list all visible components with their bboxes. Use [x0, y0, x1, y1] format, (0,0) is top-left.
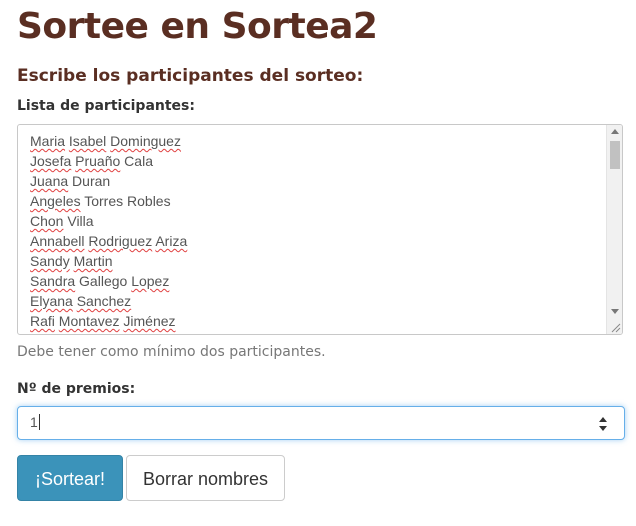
- participant-line: Sandy Martin: [30, 253, 113, 269]
- scroll-thumb[interactable]: [610, 141, 620, 169]
- participant-line: Josefa Pruaño Cala: [30, 153, 153, 169]
- participant-line: Sandra Gallego Lopez: [30, 273, 170, 289]
- participant-line: Chon Villa: [30, 213, 94, 229]
- help-text: Debe tener como mínimo dos participantes…: [17, 344, 326, 360]
- textarea-scrollbar[interactable]: [606, 125, 622, 334]
- prizes-value: 1: [30, 414, 40, 430]
- participant-line: Juana Duran: [30, 173, 111, 189]
- participant-line: Annabell Rodriguez Ariza: [30, 233, 188, 249]
- participant-list: Maria Isabel Dominguez Josefa Pruaño Cal…: [30, 131, 187, 331]
- clear-names-button[interactable]: Borrar nombres: [126, 455, 285, 501]
- page-title: Sortee en Sortea2: [17, 6, 378, 47]
- scroll-up-arrow-icon[interactable]: [611, 129, 619, 134]
- section-subtitle: Escribe los participantes del sorteo:: [17, 66, 364, 86]
- participants-textarea[interactable]: Maria Isabel Dominguez Josefa Pruaño Cal…: [17, 124, 623, 335]
- draw-button[interactable]: ¡Sortear!: [17, 455, 123, 501]
- participant-line: Rafi Montavez Jiménez: [30, 313, 176, 329]
- prizes-label: Nº de premios:: [17, 381, 136, 397]
- spinner-down-icon[interactable]: [599, 426, 607, 431]
- participant-line: Maria Isabel Dominguez: [30, 133, 181, 149]
- participant-line: Elyana Sanchez: [30, 293, 132, 309]
- scroll-down-arrow-icon[interactable]: [611, 309, 619, 314]
- spinner-up-icon[interactable]: [599, 417, 607, 422]
- resize-grip-icon[interactable]: [609, 321, 621, 333]
- number-spinner[interactable]: [599, 417, 608, 431]
- participants-label: Lista de participantes:: [17, 98, 195, 114]
- participant-line: Angeles Torres Robles: [30, 193, 171, 209]
- prizes-number-input[interactable]: 1: [17, 406, 625, 440]
